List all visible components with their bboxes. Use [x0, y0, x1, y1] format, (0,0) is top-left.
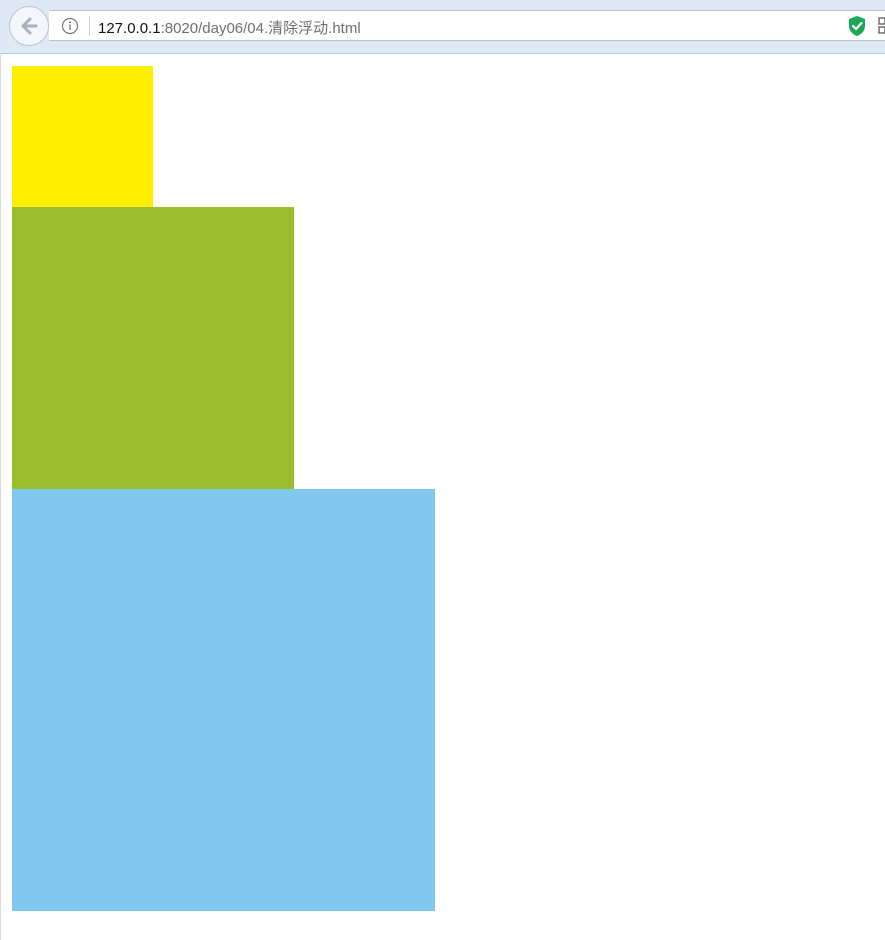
extension-icon[interactable]: [878, 17, 885, 35]
address-separator: [89, 16, 90, 36]
green-box: [12, 207, 294, 489]
browser-toolbar: 127.0.0.1:8020/day06/04.清除浮动.html: [0, 0, 885, 54]
back-arrow-icon: [21, 17, 38, 35]
url-host: 127.0.0.1: [98, 20, 161, 37]
info-icon[interactable]: [61, 17, 79, 35]
blue-box: [12, 489, 435, 911]
address-bar[interactable]: 127.0.0.1:8020/day06/04.清除浮动.html: [49, 10, 885, 41]
page-viewport: [0, 55, 885, 940]
back-button[interactable]: [9, 6, 49, 46]
url-path: :8020/day06/04.清除浮动.html: [160, 20, 361, 37]
url-text[interactable]: 127.0.0.1:8020/day06/04.清除浮动.html: [98, 17, 361, 38]
shield-check-icon[interactable]: [847, 15, 867, 37]
viewport-border: [0, 55, 1, 940]
yellow-box: [12, 66, 153, 207]
